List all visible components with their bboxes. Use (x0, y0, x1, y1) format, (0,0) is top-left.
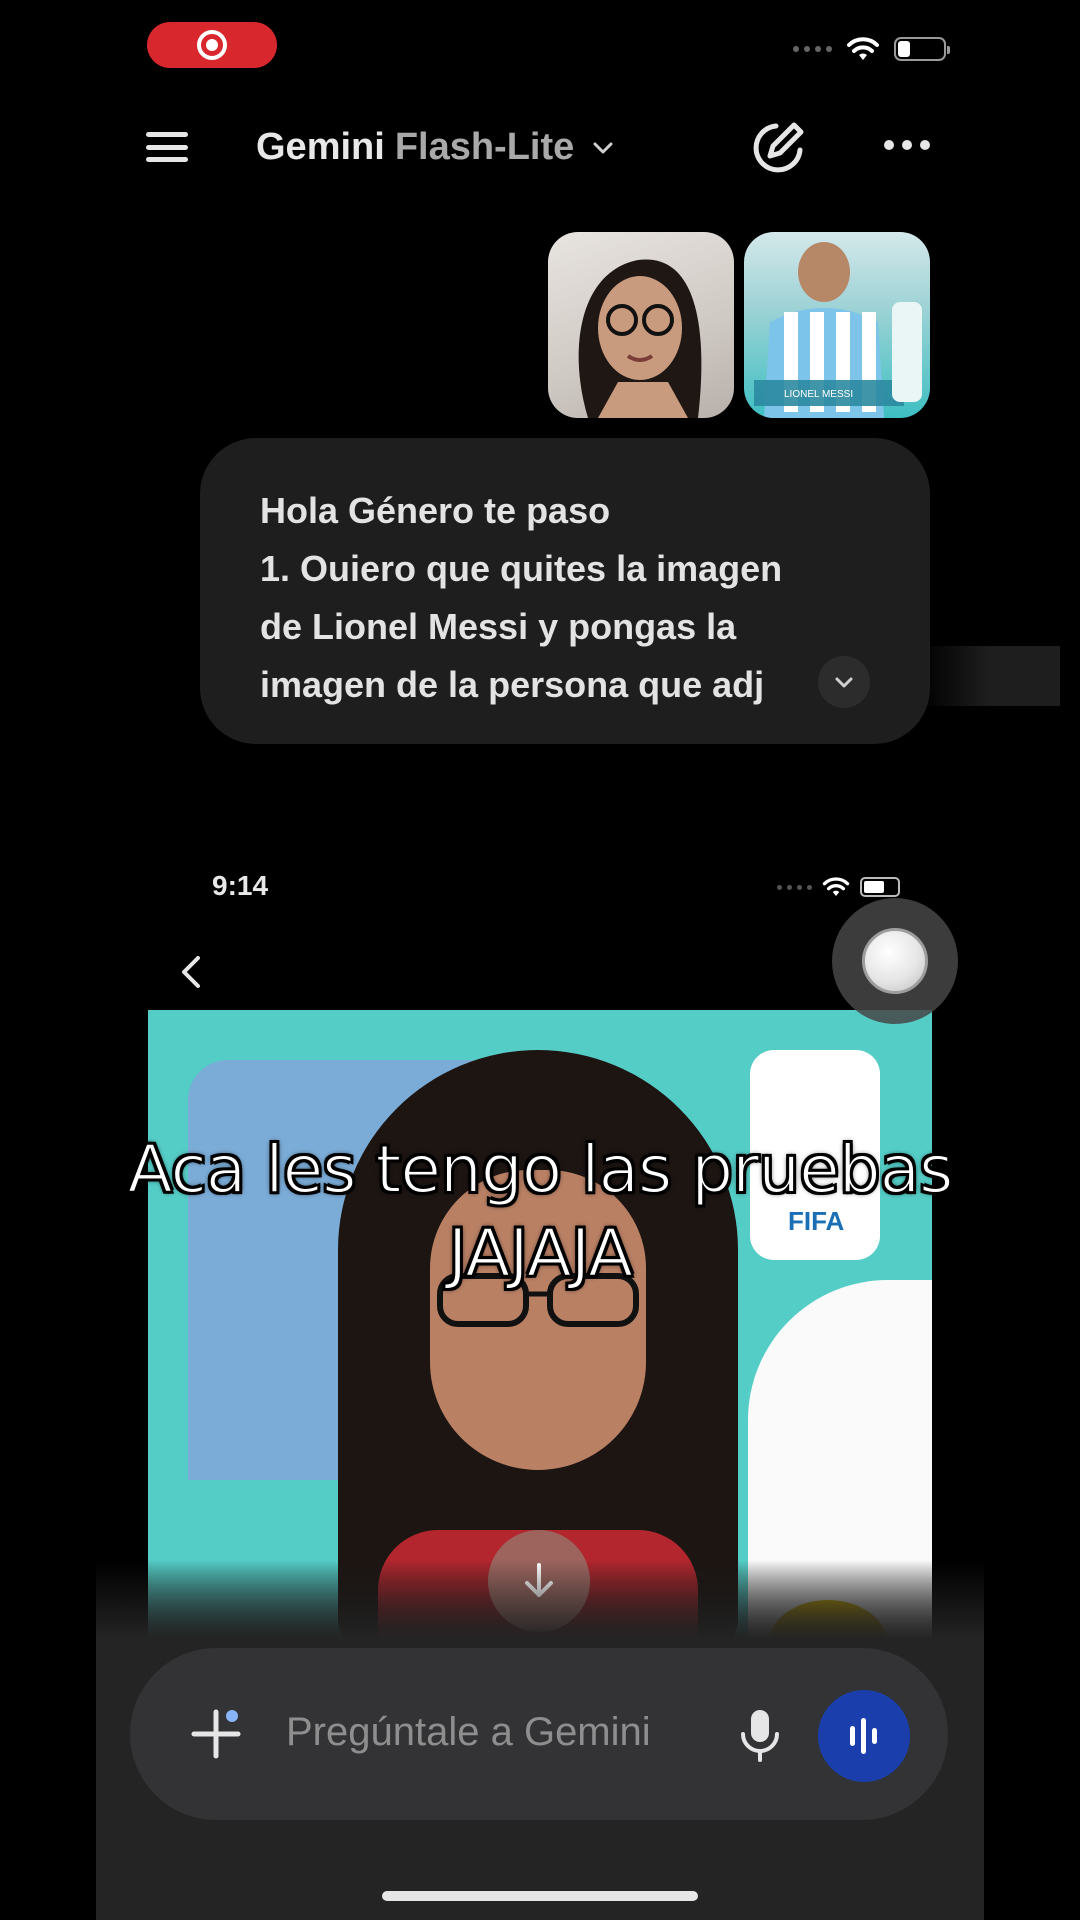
caption-line: JAJAJA (447, 1214, 634, 1293)
attachment-indicator-dot (226, 1710, 238, 1722)
record-icon (197, 30, 227, 60)
attached-photo-messi-card[interactable]: LIONEL MESSI (744, 232, 930, 418)
prompt-input[interactable]: Pregúntale a Gemini (286, 1710, 651, 1755)
wifi-icon (822, 877, 850, 897)
audio-waveform-icon (850, 1718, 877, 1754)
screen-recording-indicator[interactable] (147, 22, 277, 68)
status-bar-right (793, 36, 950, 62)
attached-photo-woman[interactable] (548, 232, 734, 418)
battery-icon (894, 37, 950, 61)
woman-photo-image (578, 259, 702, 418)
menu-button[interactable] (146, 132, 188, 162)
chevron-down-icon (835, 677, 853, 688)
card-name-label: LIONEL MESSI (784, 389, 853, 400)
message-line: 1. Ouiero que quites la imagen (260, 548, 783, 589)
model-name: Flash-Lite (394, 126, 575, 168)
new-chat-edit-icon[interactable] (746, 116, 810, 180)
gemini-live-button[interactable] (818, 1690, 910, 1782)
embedded-status-time: 9:14 (212, 870, 269, 901)
message-line: imagen de la persona que adj (260, 664, 765, 705)
messi-card-image: LIONEL MESSI (754, 242, 922, 418)
back-arrow-icon[interactable] (176, 950, 206, 994)
user-message-bubble[interactable]: Hola Género te paso 1. Ouiero que quites… (200, 438, 1060, 744)
assistive-touch-button[interactable] (832, 898, 958, 1024)
text-fade (920, 646, 1060, 706)
caption-line: Aca les tengo las pruebas (127, 1130, 955, 1209)
message-line: de Lionel Messi y pongas la (260, 606, 737, 647)
video-caption: Aca les tengo las pruebas JAJAJA (96, 1128, 984, 1296)
model-selector[interactable]: Gemini Flash-Lite (256, 126, 616, 169)
embedded-status-right (777, 876, 900, 898)
cellular-signal-icon (793, 46, 832, 52)
cellular-signal-icon (777, 884, 812, 890)
more-options-button[interactable] (884, 140, 930, 150)
wifi-icon (847, 37, 879, 60)
microphone-icon[interactable] (736, 1708, 784, 1764)
home-indicator[interactable] (382, 1891, 698, 1901)
battery-icon (860, 877, 900, 897)
app-title: Gemini (256, 126, 385, 168)
top-app-bar: Gemini Flash-Lite (0, 110, 1080, 190)
chevron-down-icon (593, 142, 613, 153)
message-line: Hola Género te paso (260, 490, 611, 531)
expand-message-button[interactable] (818, 656, 870, 708)
